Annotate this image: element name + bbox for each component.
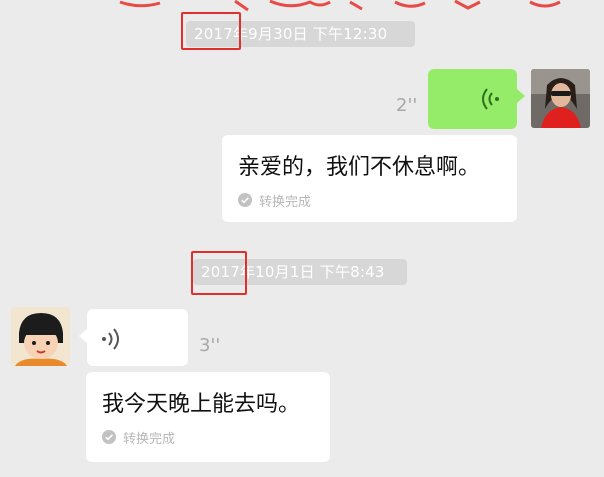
transcript-text: 亲爱的，我们不休息啊。	[238, 155, 481, 180]
voice-wave-icon	[482, 88, 499, 110]
transcript-status-label: 转换完成	[123, 431, 176, 447]
check-circle-icon	[238, 193, 252, 207]
voice-duration: 3''	[199, 335, 221, 356]
incoming-voice-message[interactable]	[79, 309, 188, 366]
voice-transcript[interactable]: 亲爱的，我们不休息啊。 转换完成	[222, 135, 517, 222]
voice-wave-icon	[102, 328, 119, 350]
outgoing-voice-message[interactable]	[428, 69, 525, 129]
transcript-status: 转换完成	[102, 428, 176, 447]
year-highlight-box	[181, 12, 241, 50]
year-highlight-box	[191, 251, 247, 295]
contact-avatar[interactable]	[11, 307, 70, 366]
voice-transcript[interactable]: 我今天晚上能去吗。 转换完成	[86, 372, 330, 462]
handwritten-annotation-top	[119, 0, 561, 12]
transcript-status: 转换完成	[238, 191, 312, 210]
voice-duration: 2''	[396, 95, 418, 116]
check-circle-icon	[102, 430, 116, 444]
transcript-status-label: 转换完成	[259, 194, 312, 210]
self-avatar[interactable]	[531, 69, 590, 128]
transcript-text: 我今天晚上能去吗。	[102, 392, 301, 417]
